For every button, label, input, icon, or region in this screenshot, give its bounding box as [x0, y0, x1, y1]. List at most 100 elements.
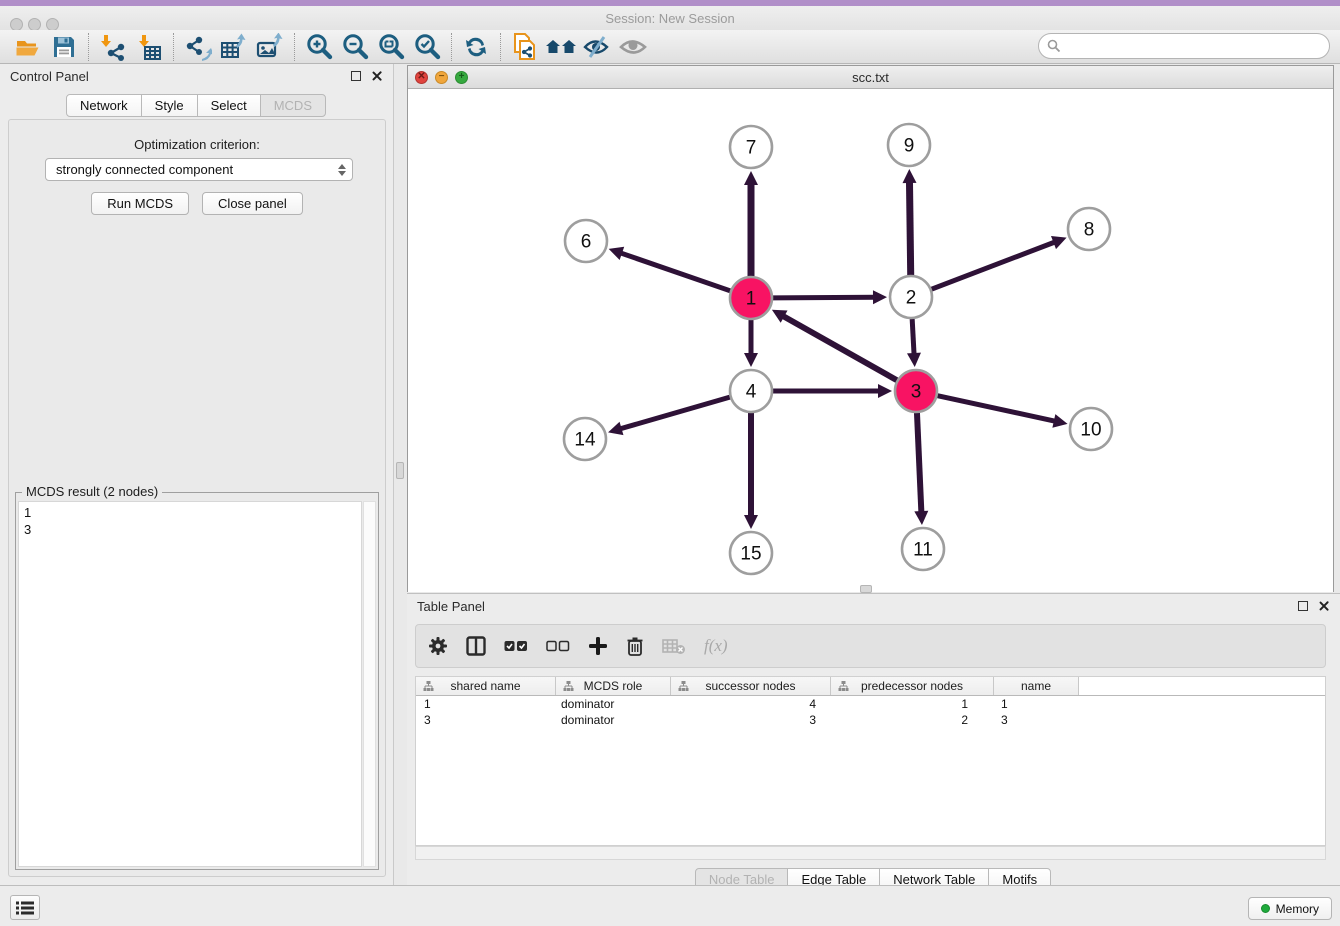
graph-edge-1-6[interactable]: [619, 252, 730, 290]
close-table-panel-icon[interactable]: [1318, 600, 1330, 612]
show-column-panel-button[interactable]: [466, 636, 486, 656]
open-file-button[interactable]: [10, 32, 46, 62]
zoom-out-icon: [340, 32, 370, 62]
node-table[interactable]: shared nameMCDS rolesuccessor nodesprede…: [415, 676, 1326, 846]
import-network-button[interactable]: [95, 32, 131, 62]
gear-icon: [428, 636, 448, 656]
refresh-icon: [462, 33, 490, 61]
panel-menu-button[interactable]: [10, 895, 40, 920]
show-all-button[interactable]: [615, 32, 651, 62]
zoom-selected-button[interactable]: [409, 32, 445, 62]
graph-node-label-1: 1: [746, 289, 757, 310]
graph-node-label-6: 6: [581, 232, 592, 253]
control-panel: Control Panel NetworkStyleSelectMCDS Opt…: [0, 64, 394, 885]
graph-node-label-14: 14: [574, 430, 596, 451]
mcds-result-text[interactable]: 13: [18, 501, 362, 867]
table-cell: 4: [671, 697, 831, 711]
graph-edge-2-9[interactable]: [909, 180, 910, 275]
criterion-dropdown[interactable]: strongly connected component: [45, 158, 353, 181]
export-image-button[interactable]: [252, 32, 288, 62]
graph-node-label-10: 10: [1080, 420, 1101, 441]
graph-edge-4-14[interactable]: [619, 397, 730, 429]
table-cell: 3: [671, 713, 831, 727]
column-header-successor-nodes[interactable]: successor nodes: [671, 677, 831, 695]
open-folder-icon: [15, 34, 41, 60]
network-window-titlebar[interactable]: scc.txt ✕ − +: [408, 66, 1333, 89]
node-table-header: shared nameMCDS rolesuccessor nodesprede…: [416, 677, 1325, 696]
network-maximize-button[interactable]: +: [455, 71, 468, 84]
run-mcds-button[interactable]: Run MCDS: [91, 192, 189, 215]
trash-icon: [626, 636, 644, 656]
tab-network[interactable]: Network: [66, 94, 142, 117]
horizontal-splitter-grip[interactable]: [860, 585, 872, 593]
zoom-fit-button[interactable]: [373, 32, 409, 62]
network-graph-canvas[interactable]: 7968124314101511: [408, 89, 1333, 592]
tab-select[interactable]: Select: [197, 94, 261, 117]
mcds-panel: Optimization criterion: strongly connect…: [8, 119, 386, 877]
import-network-icon: [99, 33, 127, 61]
mcds-result-group: MCDS result (2 nodes) 13: [15, 492, 379, 870]
search-input[interactable]: [1067, 39, 1317, 54]
export-table-button[interactable]: [216, 32, 252, 62]
graph-node-label-7: 7: [746, 138, 757, 159]
graph-edge-2-8[interactable]: [932, 241, 1057, 289]
hide-selected-button[interactable]: [579, 32, 615, 62]
refresh-button[interactable]: [458, 32, 494, 62]
float-table-panel-icon[interactable]: [1298, 601, 1308, 611]
column-header-shared-name[interactable]: shared name: [416, 677, 556, 695]
graph-node-label-2: 2: [906, 288, 917, 309]
network-close-button[interactable]: ✕: [415, 71, 428, 84]
vertical-splitter-grip[interactable]: [396, 462, 404, 479]
memory-label: Memory: [1276, 902, 1319, 916]
column-header-predecessor-nodes[interactable]: predecessor nodes: [831, 677, 994, 695]
table-row[interactable]: 3dominator323: [416, 712, 1325, 728]
close-panel-icon[interactable]: [371, 70, 383, 82]
float-panel-icon[interactable]: [351, 71, 361, 81]
save-session-button[interactable]: [46, 32, 82, 62]
duplicate-network-button[interactable]: [507, 32, 543, 62]
import-table-button[interactable]: [131, 32, 167, 62]
result-scrollbar[interactable]: [363, 501, 376, 867]
select-all-columns-button[interactable]: [504, 640, 528, 652]
criterion-dropdown-value: strongly connected component: [56, 162, 338, 177]
table-row[interactable]: 1dominator411: [416, 696, 1325, 712]
column-header-MCDS-role[interactable]: MCDS role: [556, 677, 671, 695]
list-icon: [16, 901, 34, 915]
tab-mcds[interactable]: MCDS: [260, 94, 326, 117]
zoom-out-button[interactable]: [337, 32, 373, 62]
export-network-button[interactable]: [180, 32, 216, 62]
delete-table-button-disabled: [662, 637, 686, 655]
control-panel-title: Control Panel: [10, 69, 351, 84]
table-cell: 1: [416, 697, 556, 711]
graph-edge-2-3[interactable]: [912, 319, 914, 356]
table-horizontal-scrollbar[interactable]: [415, 846, 1326, 860]
memory-button[interactable]: Memory: [1248, 897, 1332, 920]
hierarchy-icon: [423, 681, 434, 691]
graph-edge-3-1[interactable]: [781, 315, 896, 380]
column-header-name[interactable]: name: [994, 677, 1079, 695]
graph-edge-arrowhead: [914, 511, 928, 525]
graph-edge-arrowhead: [1052, 414, 1067, 428]
table-panel: Table Panel: [407, 593, 1340, 885]
search-box[interactable]: [1038, 33, 1330, 59]
import-table-icon: [135, 33, 163, 61]
create-column-button[interactable]: [588, 636, 608, 656]
tab-style[interactable]: Style: [141, 94, 198, 117]
table-panel-header: Table Panel: [407, 594, 1340, 618]
graph-edge-1-2[interactable]: [773, 297, 876, 298]
close-panel-button[interactable]: Close panel: [202, 192, 303, 215]
network-window-title: scc.txt: [408, 70, 1333, 85]
graph-node-label-15: 15: [740, 544, 761, 565]
graph-edge-3-11[interactable]: [917, 413, 921, 514]
delete-column-button[interactable]: [626, 636, 644, 656]
table-settings-button[interactable]: [428, 636, 448, 656]
graph-edge-arrowhead: [907, 353, 921, 367]
deselect-all-columns-button[interactable]: [546, 640, 570, 652]
table-cell: dominator: [556, 713, 671, 727]
node-table-body: 1dominator4113dominator323: [416, 696, 1325, 728]
zoom-fit-icon: [376, 32, 406, 62]
graph-edge-3-10[interactable]: [937, 396, 1056, 422]
zoom-in-button[interactable]: [301, 32, 337, 62]
first-neighbors-button[interactable]: [543, 32, 579, 62]
network-minimize-button[interactable]: −: [435, 71, 448, 84]
